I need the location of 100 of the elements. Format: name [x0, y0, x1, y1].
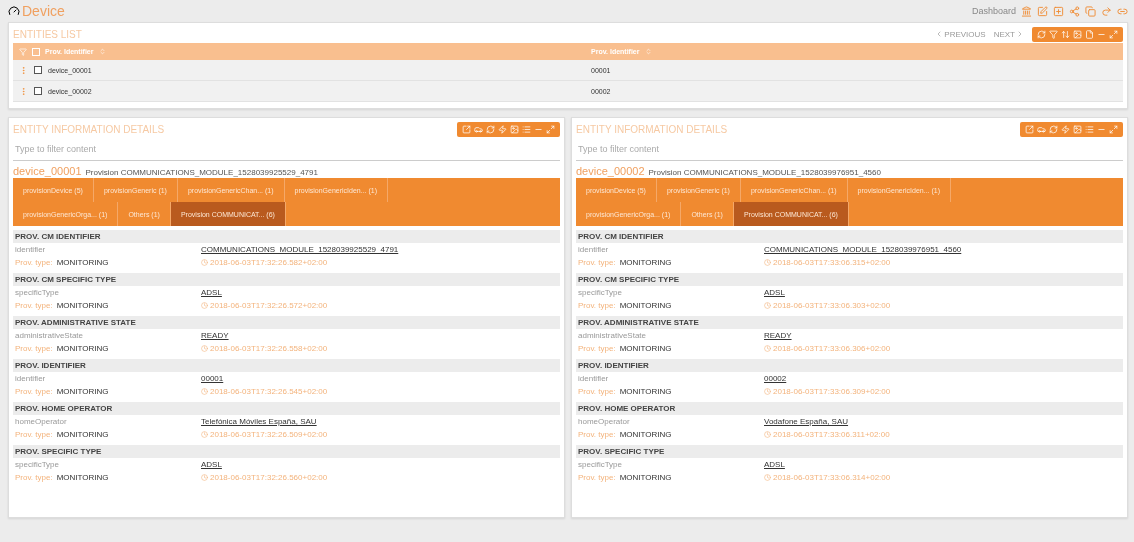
timestamp: 2018-06-03T17:33:06.311+02:00	[773, 430, 890, 439]
file-icon[interactable]	[1085, 29, 1094, 39]
copy-icon[interactable]	[1085, 5, 1096, 17]
list-icon[interactable]	[522, 124, 531, 134]
open-icon[interactable]	[462, 124, 471, 134]
share-icon[interactable]	[1069, 5, 1080, 17]
type-label: Prov. type:	[15, 473, 53, 482]
attribute-value[interactable]: READY	[201, 331, 229, 340]
clock-icon	[764, 388, 771, 395]
open-icon[interactable]	[1025, 124, 1034, 134]
row-menu-icon[interactable]	[19, 65, 28, 75]
panel-title: ENTITY INFORMATION DETAILS	[13, 123, 165, 135]
redo-icon[interactable]	[1101, 5, 1112, 17]
sort-icon[interactable]	[98, 48, 106, 55]
panel-title: ENTITY INFORMATION DETAILS	[576, 123, 728, 135]
attribute-name: homeOperator	[578, 417, 631, 426]
timestamp: 2018-06-03T17:33:06.306+02:00	[773, 344, 891, 353]
clock-icon	[201, 474, 208, 481]
expand-icon[interactable]	[1109, 29, 1118, 39]
sort-icon[interactable]	[644, 48, 652, 55]
filter-icon[interactable]	[1049, 29, 1058, 39]
expand-icon[interactable]	[1109, 124, 1118, 134]
attribute-name: specificType	[15, 460, 61, 469]
section-heading: PROV. IDENTIFIER	[13, 359, 560, 372]
clock-icon	[764, 345, 771, 352]
timestamp: 2018-06-03T17:33:06.303+02:00	[773, 301, 891, 310]
type-value: MONITORING	[619, 430, 672, 439]
clock-icon	[201, 388, 208, 395]
type-label: Prov. type:	[578, 430, 616, 439]
clock-icon	[764, 431, 771, 438]
add-icon[interactable]	[1053, 5, 1064, 17]
page-title: Device	[22, 3, 65, 19]
previous-link[interactable]: PREVIOUS	[935, 29, 986, 39]
clock-icon	[201, 302, 208, 309]
dashboard-link[interactable]: Dashboard	[971, 6, 1016, 16]
timestamp: 2018-06-03T17:32:26.545+02:00	[210, 387, 328, 396]
attribute-name: identifier	[578, 374, 610, 383]
refresh-icon[interactable]	[486, 124, 495, 134]
next-link[interactable]: NEXT	[993, 29, 1024, 39]
section-heading: PROV. CM IDENTIFIER	[576, 230, 1123, 243]
section-heading: PROV. CM SPECIFIC TYPE	[576, 273, 1123, 286]
refresh-icon[interactable]	[1049, 124, 1058, 134]
attribute-value[interactable]: ADSL	[764, 460, 785, 469]
attribute-value[interactable]: READY	[764, 331, 792, 340]
attribute-name: specificType	[15, 288, 61, 297]
attribute-name: specificType	[578, 288, 624, 297]
image-icon[interactable]	[510, 124, 519, 134]
type-value: MONITORING	[56, 430, 109, 439]
type-label: Prov. type:	[578, 344, 616, 353]
attribute-value[interactable]: ADSL	[201, 288, 222, 297]
row-menu-icon[interactable]	[19, 86, 28, 96]
clock-icon	[764, 259, 771, 266]
type-value: MONITORING	[56, 387, 109, 396]
type-label: Prov. type:	[578, 473, 616, 482]
attribute-name: homeOperator	[15, 417, 68, 426]
section-heading: PROV. ADMINISTRATIVE STATE	[13, 316, 560, 329]
clock-icon	[201, 431, 208, 438]
lightning-icon[interactable]	[1061, 124, 1070, 134]
panel-title: ENTITIES LIST	[13, 28, 82, 40]
checkbox[interactable]	[34, 66, 42, 74]
attribute-value[interactable]: Vodafone España, SAU	[764, 417, 849, 426]
timestamp: 2018-06-03T17:32:26.582+02:00	[210, 258, 328, 267]
type-value: MONITORING	[619, 344, 672, 353]
timestamp: 2018-06-03T17:33:06.315+02:00	[773, 258, 891, 267]
clock-icon	[201, 345, 208, 352]
timestamp: 2018-06-03T17:33:06.314+02:00	[773, 473, 891, 482]
attribute-value[interactable]: 00001	[201, 374, 224, 383]
lightning-icon[interactable]	[498, 124, 507, 134]
attribute-value[interactable]: COMMUNICATIONS_MODULE_1528039925529_4791	[201, 245, 399, 254]
bank-icon[interactable]	[1021, 5, 1032, 17]
edit-icon[interactable]	[1037, 5, 1048, 17]
attribute-value[interactable]: Telefónica Móviles España, SAU	[201, 417, 317, 426]
attribute-value[interactable]: COMMUNICATIONS_MODULE_1528039976951_4560	[764, 245, 962, 254]
image-icon[interactable]	[1073, 29, 1082, 39]
expand-icon[interactable]	[546, 124, 555, 134]
clock-icon	[764, 474, 771, 481]
sort-icon[interactable]	[1061, 29, 1070, 39]
section-heading: PROV. CM IDENTIFIER	[13, 230, 560, 243]
car-icon[interactable]	[1037, 124, 1046, 134]
timestamp: 2018-06-03T17:32:26.558+02:00	[210, 344, 328, 353]
refresh-icon[interactable]	[1037, 29, 1046, 39]
attribute-value[interactable]: ADSL	[201, 460, 222, 469]
section-heading: PROV. SPECIFIC TYPE	[576, 445, 1123, 458]
type-value: MONITORING	[56, 258, 109, 267]
chevron-right-icon	[1016, 30, 1024, 38]
attribute-value[interactable]: ADSL	[764, 288, 785, 297]
type-label: Prov. type:	[578, 301, 616, 310]
attribute-name: identifier	[15, 374, 47, 383]
timestamp: 2018-06-03T17:32:26.560+02:00	[210, 473, 328, 482]
car-icon[interactable]	[474, 124, 483, 134]
section-heading: PROV. HOME OPERATOR	[576, 402, 1123, 415]
image-icon[interactable]	[1073, 124, 1082, 134]
dashboard-icon	[8, 5, 20, 17]
attribute-name: identifier	[15, 245, 47, 254]
type-value: MONITORING	[56, 344, 109, 353]
checkbox[interactable]	[34, 87, 42, 95]
filter-icon[interactable]	[19, 47, 27, 56]
attribute-value[interactable]: 00002	[764, 374, 787, 383]
section-heading: PROV. CM SPECIFIC TYPE	[13, 273, 560, 286]
list-icon[interactable]	[1085, 124, 1094, 134]
